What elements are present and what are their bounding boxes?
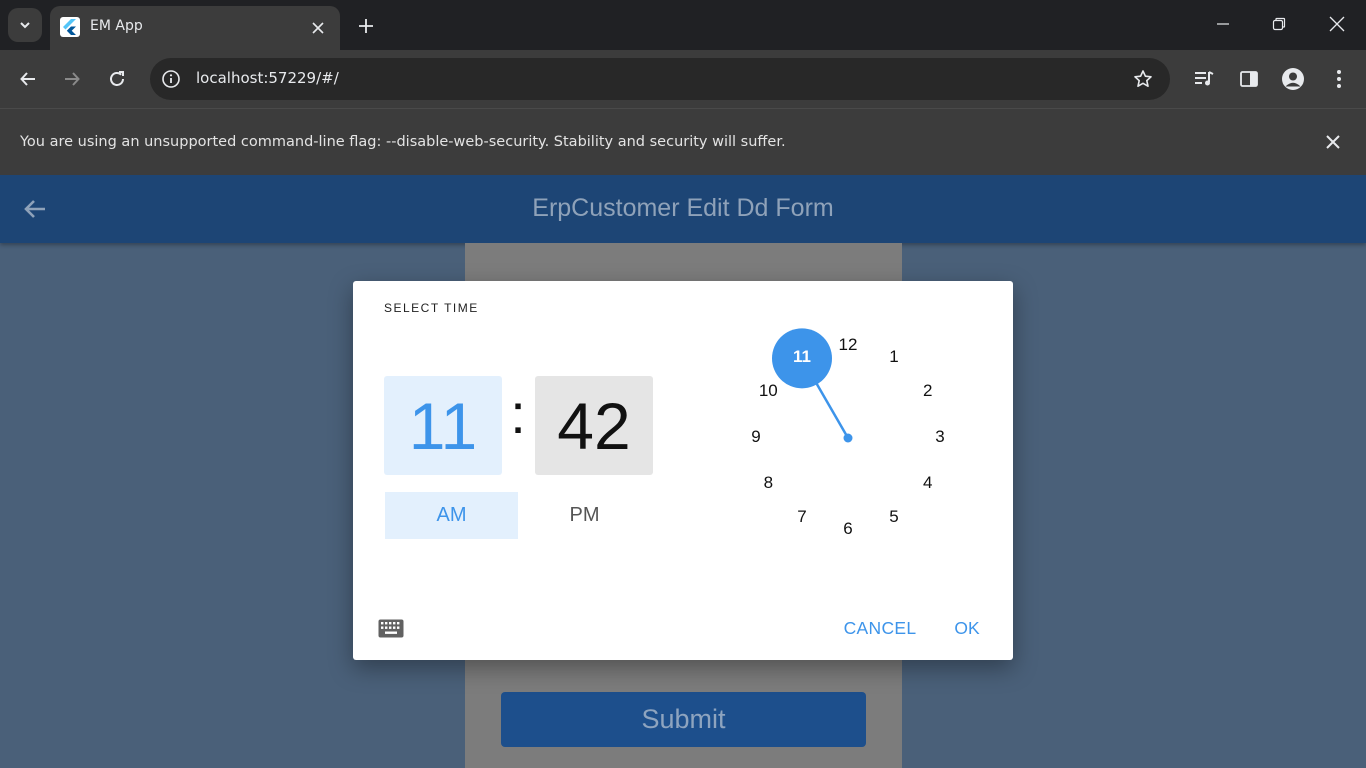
infobar-close-button[interactable]: [1322, 131, 1344, 153]
minimize-icon: [1217, 23, 1229, 25]
tab-title: EM App: [90, 18, 143, 34]
submit-button[interactable]: Submit: [501, 692, 866, 747]
close-icon: [1329, 16, 1345, 32]
clock-center-dot: [843, 433, 853, 443]
bookmark-star-icon[interactable]: [1132, 68, 1154, 90]
clock-number-9[interactable]: 9: [741, 427, 771, 449]
profile-avatar-icon[interactable]: [1280, 66, 1306, 92]
reload-button[interactable]: [103, 65, 131, 93]
reload-icon: [110, 71, 124, 86]
close-window-button[interactable]: [1323, 10, 1351, 38]
plus-icon: [359, 19, 373, 33]
clock-number-7[interactable]: 7: [787, 507, 817, 529]
browser-tab[interactable]: EM App: [50, 6, 340, 50]
arrow-forward-icon: [65, 72, 80, 86]
forward-button[interactable]: [58, 65, 86, 93]
restore-button[interactable]: [1265, 10, 1293, 38]
tab-search-button[interactable]: [8, 8, 42, 42]
minimize-button[interactable]: [1209, 10, 1237, 38]
url-text[interactable]: localhost:57229/#/: [196, 69, 339, 87]
clock-number-1[interactable]: 1: [879, 347, 909, 369]
clock-number-3[interactable]: 3: [925, 427, 955, 449]
clock-number-11[interactable]: 11: [787, 347, 817, 369]
site-info-icon[interactable]: [160, 68, 182, 90]
clock-number-8[interactable]: 8: [753, 473, 783, 495]
close-icon: [1326, 135, 1340, 149]
ok-button[interactable]: OK: [945, 613, 989, 643]
clock-number-5[interactable]: 5: [879, 507, 909, 529]
infobar-message: You are using an unsupported command-lin…: [20, 134, 786, 150]
flutter-logo-icon: [60, 17, 80, 37]
more-menu-icon[interactable]: [1326, 66, 1352, 92]
clock-number-10[interactable]: 10: [753, 381, 783, 403]
close-icon: [312, 22, 324, 34]
minute-selector[interactable]: 42: [535, 376, 653, 475]
tab-close-button[interactable]: [308, 18, 328, 38]
restore-icon: [1272, 17, 1286, 31]
time-picker-dialog: SELECT TIME 11 : 42 AM PM 12 1 2 3 4 5 6 7 8 9 10 1…: [353, 281, 1013, 660]
clock-hand-line: [800, 357, 850, 439]
address-bar[interactable]: localhost:57229/#/: [150, 58, 1170, 100]
clock-number-12[interactable]: 12: [833, 335, 863, 357]
back-button[interactable]: [14, 65, 42, 93]
chevron-down-icon: [20, 22, 30, 29]
dialog-help-text: SELECT TIME: [384, 301, 479, 315]
time-separator: :: [510, 382, 526, 445]
warning-infobar: You are using an unsupported command-lin…: [0, 108, 1366, 175]
hour-selector[interactable]: 11: [384, 376, 502, 475]
tab-strip: EM App: [0, 0, 1366, 50]
new-tab-button[interactable]: [354, 14, 378, 38]
app-bar: ErpCustomer Edit Dd Form: [0, 175, 1366, 243]
arrow-back-icon: [20, 72, 35, 86]
page-title: ErpCustomer Edit Dd Form: [532, 194, 834, 222]
media-control-icon[interactable]: [1191, 66, 1217, 92]
browser-toolbar: localhost:57229/#/: [0, 50, 1366, 108]
cancel-button[interactable]: CANCEL: [837, 613, 923, 643]
clock-number-4[interactable]: 4: [913, 473, 943, 495]
clock-number-6[interactable]: 6: [833, 519, 863, 541]
keyboard-input-button[interactable]: [377, 616, 405, 640]
keyboard-icon: [378, 619, 404, 637]
clock-number-2[interactable]: 2: [913, 381, 943, 403]
side-panel-icon[interactable]: [1236, 66, 1262, 92]
am-toggle[interactable]: AM: [385, 492, 518, 539]
pm-toggle[interactable]: PM: [518, 492, 651, 539]
